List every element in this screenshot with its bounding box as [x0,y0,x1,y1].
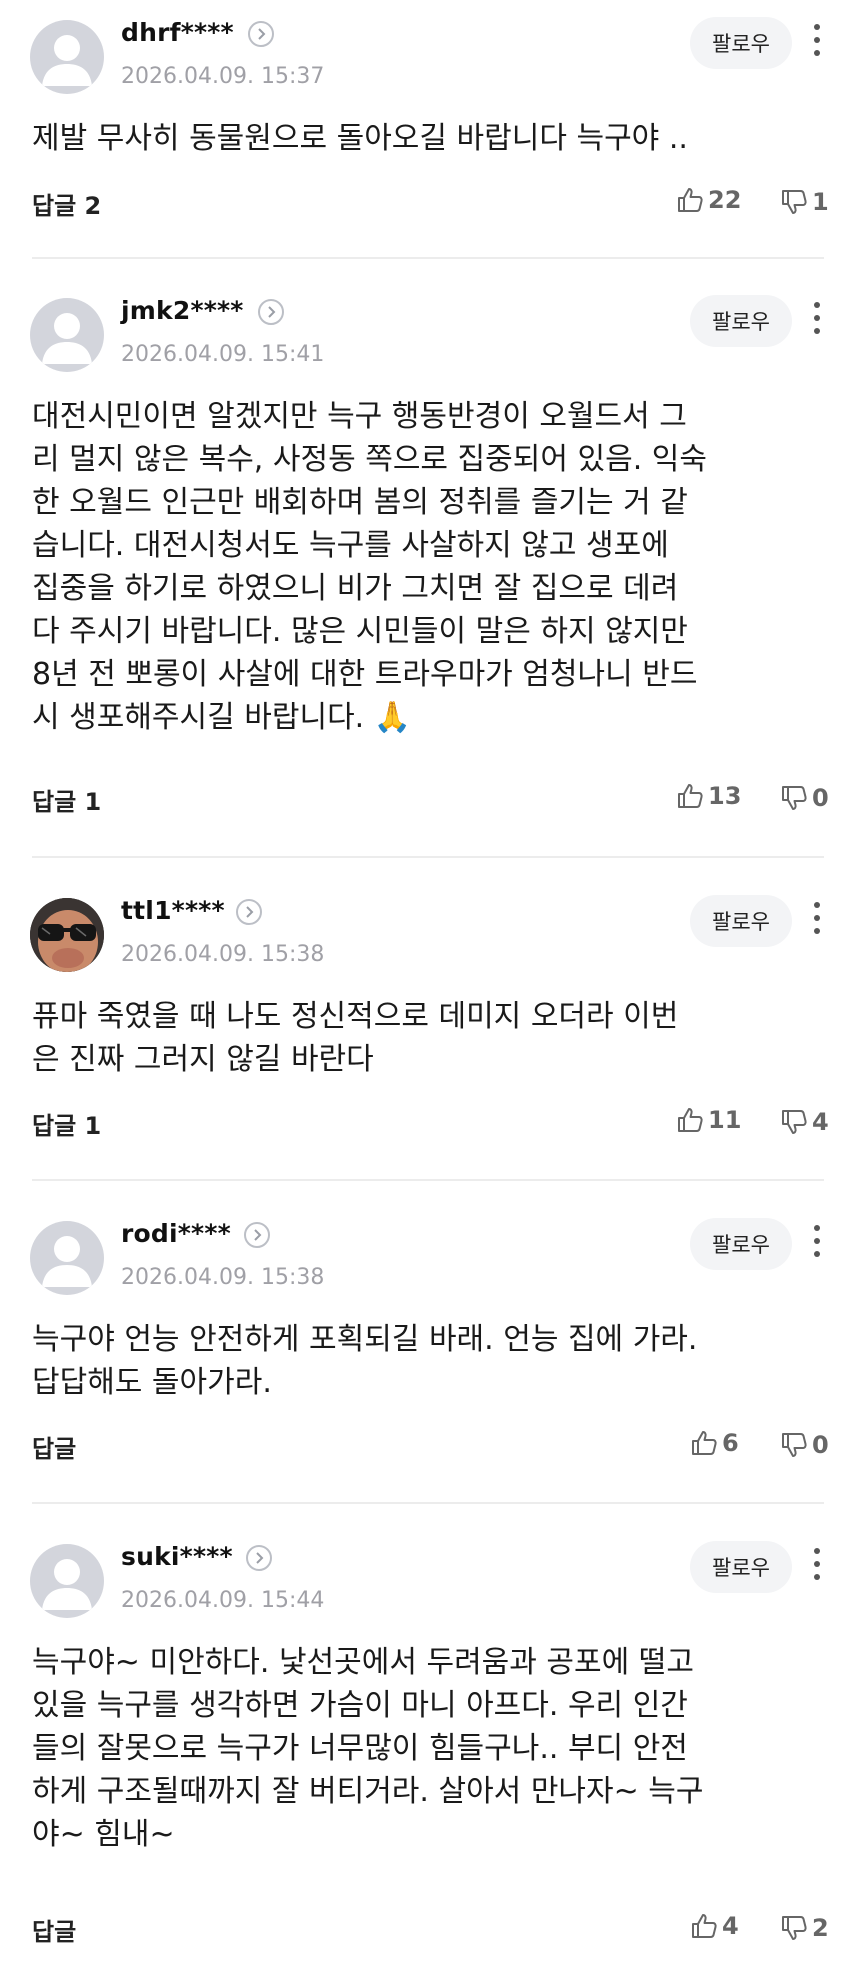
thumbs-down-icon [782,786,807,810]
chevron-right-icon[interactable] [258,299,284,325]
like-count: 11 [708,1106,742,1134]
follow-button[interactable]: 팔로우 [690,895,792,947]
comment-text: 늑구야 언능 안전하게 포획되길 바래. 언능 집에 가라. 답답해도 돌아가라… [32,1322,698,1400]
comment-date: 2026.04.09. 15:41 [121,342,325,367]
thumbs-up-icon [678,1108,703,1132]
comment-date: 2026.04.09. 15:37 [121,64,325,89]
divider [32,257,824,259]
avatar[interactable] [30,298,104,372]
divider [32,1502,824,1504]
like-count: 6 [722,1429,739,1457]
avatar[interactable] [30,1544,104,1618]
like-button[interactable]: 6 [690,1426,739,1460]
like-count: 13 [708,782,742,810]
thumbs-down-icon [782,1916,807,1940]
follow-button[interactable]: 팔로우 [690,295,792,347]
follow-button[interactable]: 팔로우 [690,1541,792,1593]
dislike-count: 2 [812,1914,829,1942]
dislike-button[interactable]: 0 [780,781,829,815]
reply-button[interactable]: 답글 1 [32,782,101,817]
avatar[interactable] [30,898,104,972]
like-count: 22 [708,186,742,214]
thumbs-up-icon [678,188,703,212]
chevron-right-icon[interactable] [248,21,274,47]
like-button[interactable]: 22 [676,183,741,217]
username[interactable]: jmk2**** [121,296,244,325]
comment-text: 제발 무사히 동물원으로 돌아오길 바랍니다 늑구야 .. [32,121,688,156]
comment-text: 늑구야~ 미안하다. 낯선곳에서 두려움과 공포에 떨고 있을 늑구를 생각하면… [32,1645,704,1852]
comment-date: 2026.04.09. 15:38 [121,1265,325,1290]
comment-text: 퓨마 죽였을 때 나도 정신적으로 데미지 오더라 이번 은 진짜 그러지 않길… [32,999,679,1077]
avatar[interactable] [30,1221,104,1295]
chevron-right-icon[interactable] [236,899,262,925]
follow-button[interactable]: 팔로우 [690,1218,792,1270]
like-button[interactable]: 4 [690,1909,739,1943]
divider [32,856,824,858]
reply-button[interactable]: 답글 1 [32,1106,101,1141]
divider [32,1179,824,1181]
more-vertical-icon[interactable] [810,1546,824,1582]
like-count: 4 [722,1912,739,1940]
thumbs-up-icon [678,784,703,808]
dislike-count: 0 [812,1431,829,1459]
reply-button[interactable]: 답글 [32,1429,76,1464]
thumbs-down-icon [782,1110,807,1134]
comment-text: 대전시민이면 알겠지만 늑구 행동반경이 오월드서 그 리 멀지 않은 복수, … [32,399,707,735]
username[interactable]: dhrf**** [121,18,234,47]
reply-button[interactable]: 답글 [32,1912,76,1947]
thumbs-up-icon [692,1431,717,1455]
dislike-count: 4 [812,1108,829,1136]
thumbs-down-icon [782,1433,807,1457]
more-vertical-icon[interactable] [810,900,824,936]
username[interactable]: rodi**** [121,1219,231,1248]
thumbs-down-icon [782,190,807,214]
dislike-button[interactable]: 2 [780,1911,829,1945]
more-vertical-icon[interactable] [810,1223,824,1259]
chevron-right-icon[interactable] [244,1222,270,1248]
username[interactable]: suki**** [121,1542,233,1571]
dislike-count: 0 [812,784,829,812]
reply-button[interactable]: 답글 2 [32,186,101,221]
username[interactable]: ttl1**** [121,896,225,925]
dislike-button[interactable]: 1 [780,185,829,219]
comment-date: 2026.04.09. 15:38 [121,942,325,967]
follow-button[interactable]: 팔로우 [690,17,792,69]
dislike-count: 1 [812,188,829,216]
dislike-button[interactable]: 4 [780,1105,829,1139]
chevron-right-icon[interactable] [246,1545,272,1571]
avatar[interactable] [30,20,104,94]
more-vertical-icon[interactable] [810,22,824,58]
thumbs-up-icon [692,1914,717,1938]
more-vertical-icon[interactable] [810,300,824,336]
comment-date: 2026.04.09. 15:44 [121,1588,325,1613]
like-button[interactable]: 13 [676,779,741,813]
like-button[interactable]: 11 [676,1103,741,1137]
dislike-button[interactable]: 0 [780,1428,829,1462]
